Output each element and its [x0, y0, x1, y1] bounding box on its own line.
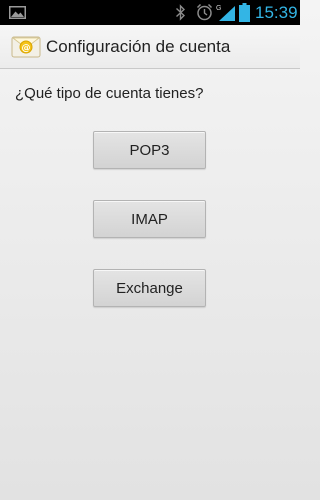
status-clock: 15:39 — [255, 3, 298, 22]
signal-icon: G — [216, 5, 235, 21]
alarm-icon — [196, 3, 213, 21]
email-icon: @ — [11, 36, 41, 58]
account-type-question: ¿Qué tipo de cuenta tienes? — [15, 85, 204, 102]
gallery-icon — [9, 6, 26, 19]
pop3-button[interactable]: POP3 — [93, 131, 206, 169]
svg-text:@: @ — [22, 44, 31, 54]
action-bar: @ Configuración de cuenta — [0, 25, 300, 69]
status-bar: G 15:39 — [0, 0, 300, 25]
exchange-button[interactable]: Exchange — [93, 269, 206, 307]
imap-button[interactable]: IMAP — [93, 200, 206, 238]
network-type-label: G — [216, 5, 221, 12]
battery-icon — [239, 3, 250, 22]
bluetooth-icon — [176, 4, 186, 21]
page-title: Configuración de cuenta — [46, 37, 231, 56]
